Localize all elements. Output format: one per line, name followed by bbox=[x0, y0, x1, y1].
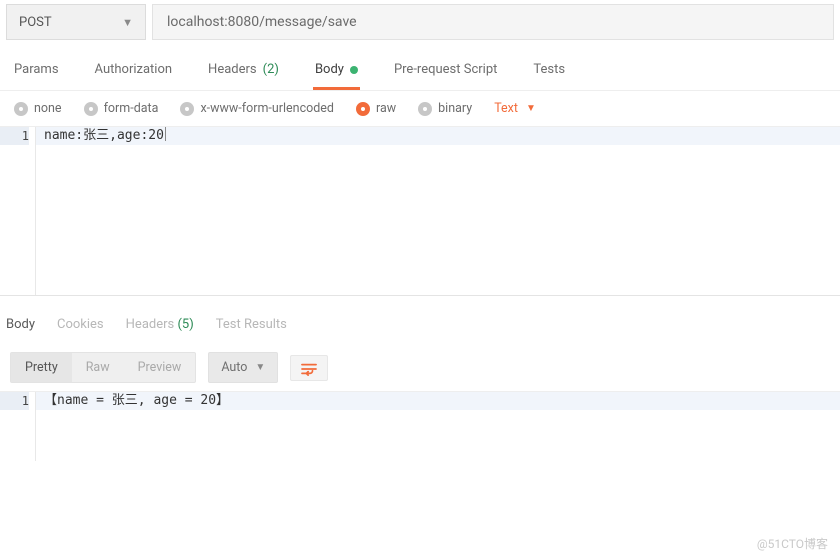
radio-selected-icon bbox=[356, 102, 370, 116]
line-number: 1 bbox=[0, 392, 29, 410]
request-body-editor[interactable]: 1 name:张三,age:20 bbox=[0, 127, 840, 295]
body-type-none-label: none bbox=[34, 101, 62, 116]
body-type-urlencoded-label: x-www-form-urlencoded bbox=[200, 101, 334, 116]
request-row: POST ▼ localhost:8080/message/save bbox=[0, 0, 840, 40]
line-wrap-button[interactable] bbox=[290, 355, 328, 381]
response-body-editor[interactable]: 1 【name = 张三, age = 20】 bbox=[0, 391, 840, 461]
view-pretty-button[interactable]: Pretty bbox=[11, 353, 72, 382]
body-type-urlencoded[interactable]: x-www-form-urlencoded bbox=[180, 101, 334, 116]
body-type-formdata[interactable]: form-data bbox=[84, 101, 159, 116]
response-code-area[interactable]: 【name = 张三, age = 20】 bbox=[36, 392, 840, 461]
response-gutter: 1 bbox=[0, 392, 36, 461]
chevron-down-icon: ▼ bbox=[122, 16, 133, 29]
request-gutter: 1 bbox=[0, 127, 36, 295]
request-tab-bar: Params Authorization Headers (2) Body Pr… bbox=[0, 40, 840, 90]
body-type-binary-label: binary bbox=[438, 101, 472, 116]
tab-body-label: Body bbox=[315, 62, 344, 77]
raw-type-select[interactable]: Text ▼ bbox=[494, 101, 536, 116]
tab-headers-count: (2) bbox=[263, 62, 279, 77]
tab-body[interactable]: Body bbox=[313, 62, 360, 90]
chevron-down-icon: ▼ bbox=[255, 362, 265, 373]
tab-headers[interactable]: Headers (2) bbox=[206, 62, 281, 90]
dot-indicator-icon bbox=[350, 66, 358, 74]
tab-tests[interactable]: Tests bbox=[531, 62, 567, 90]
response-tab-test-results[interactable]: Test Results bbox=[216, 317, 287, 336]
body-type-row: none form-data x-www-form-urlencoded raw… bbox=[0, 90, 840, 127]
response-view-mode-group: Pretty Raw Preview bbox=[10, 352, 196, 383]
response-tab-headers[interactable]: Headers (5) bbox=[126, 317, 194, 336]
request-url-value: localhost:8080/message/save bbox=[167, 14, 357, 30]
request-body-line-1[interactable]: name:张三,age:20 bbox=[36, 127, 840, 145]
radio-icon bbox=[418, 102, 432, 116]
response-tab-bar: Body Cookies Headers (5) Test Results bbox=[0, 303, 840, 346]
tab-headers-label: Headers bbox=[208, 62, 257, 77]
pane-divider[interactable] bbox=[0, 295, 840, 303]
http-method-select[interactable]: POST ▼ bbox=[6, 4, 146, 40]
radio-icon bbox=[14, 102, 28, 116]
tab-prerequest-script[interactable]: Pre-request Script bbox=[392, 62, 499, 90]
raw-type-select-label: Text bbox=[494, 101, 518, 116]
response-body-line-1: 【name = 张三, age = 20】 bbox=[36, 392, 840, 410]
response-format-select[interactable]: Auto ▼ bbox=[208, 352, 278, 383]
radio-icon bbox=[180, 102, 194, 116]
view-preview-button[interactable]: Preview bbox=[124, 353, 196, 382]
radio-icon bbox=[84, 102, 98, 116]
body-type-raw-label: raw bbox=[376, 101, 396, 116]
response-view-controls: Pretty Raw Preview Auto ▼ bbox=[0, 346, 840, 391]
request-url-input[interactable]: localhost:8080/message/save bbox=[152, 4, 834, 40]
response-tab-cookies[interactable]: Cookies bbox=[57, 317, 104, 336]
body-type-raw[interactable]: raw bbox=[356, 101, 396, 116]
response-format-label: Auto bbox=[221, 360, 247, 375]
body-type-none[interactable]: none bbox=[14, 101, 62, 116]
response-tab-headers-count: (5) bbox=[177, 317, 193, 332]
http-method-value: POST bbox=[19, 15, 52, 30]
request-code-area[interactable]: name:张三,age:20 bbox=[36, 127, 840, 295]
watermark-text: @51CTO博客 bbox=[757, 535, 828, 552]
tab-params[interactable]: Params bbox=[12, 62, 61, 90]
view-raw-button[interactable]: Raw bbox=[72, 353, 124, 382]
body-type-formdata-label: form-data bbox=[104, 101, 159, 116]
tab-authorization[interactable]: Authorization bbox=[93, 62, 175, 90]
line-number: 1 bbox=[0, 127, 29, 145]
response-tab-headers-label: Headers bbox=[126, 317, 175, 332]
chevron-down-icon: ▼ bbox=[526, 103, 536, 114]
response-tab-body[interactable]: Body bbox=[6, 317, 35, 336]
line-wrap-icon bbox=[300, 361, 318, 375]
body-type-binary[interactable]: binary bbox=[418, 101, 472, 116]
